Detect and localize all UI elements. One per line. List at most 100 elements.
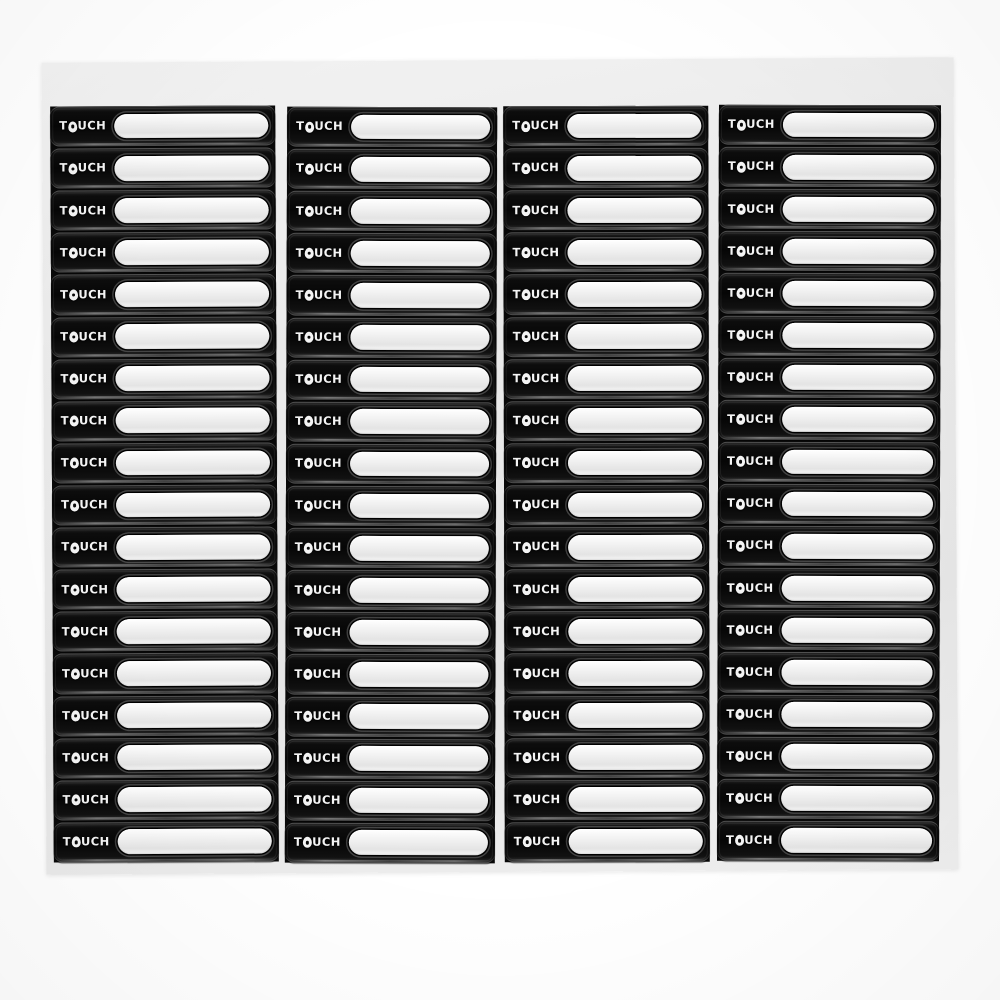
touch-label[interactable]: T UCH xyxy=(718,231,941,272)
touch-label[interactable]: T UCH xyxy=(717,778,940,820)
touch-label[interactable]: T UCH xyxy=(503,147,709,189)
touch-label[interactable]: T UCH xyxy=(286,401,497,443)
touch-label[interactable]: T UCH xyxy=(285,611,496,653)
touch-label[interactable]: T UCH xyxy=(50,231,276,273)
touch-label[interactable]: T UCH xyxy=(503,274,709,315)
touch-label[interactable]: T UCH xyxy=(718,104,941,146)
touch-label[interactable]: T UCH xyxy=(503,190,709,231)
touch-label[interactable]: T UCH xyxy=(285,696,496,737)
touch-label[interactable]: T UCH xyxy=(503,232,709,273)
write-on-area[interactable] xyxy=(114,155,269,181)
touch-label[interactable]: T UCH xyxy=(503,358,709,399)
touch-label[interactable]: T UCH xyxy=(285,527,496,569)
write-on-area[interactable] xyxy=(115,365,270,392)
write-on-area[interactable] xyxy=(115,492,271,518)
write-on-area[interactable] xyxy=(568,576,703,602)
touch-label[interactable]: T UCH xyxy=(504,653,710,694)
write-on-area[interactable] xyxy=(782,280,934,307)
write-on-area[interactable] xyxy=(568,829,703,855)
write-on-area[interactable] xyxy=(116,660,271,687)
write-on-area[interactable] xyxy=(567,155,702,181)
write-on-area[interactable] xyxy=(781,617,933,644)
write-on-area[interactable] xyxy=(781,744,933,770)
touch-label[interactable]: T UCH xyxy=(504,779,710,821)
write-on-area[interactable] xyxy=(349,577,489,603)
write-on-area[interactable] xyxy=(780,828,933,854)
touch-label[interactable]: T UCH xyxy=(718,188,941,230)
write-on-area[interactable] xyxy=(567,113,702,139)
touch-label[interactable]: T UCH xyxy=(504,737,710,778)
write-on-area[interactable] xyxy=(568,787,703,813)
touch-label[interactable]: T UCH xyxy=(286,317,497,358)
write-on-area[interactable] xyxy=(350,282,490,309)
touch-label[interactable]: T UCH xyxy=(717,694,940,735)
touch-label[interactable]: T UCH xyxy=(504,526,710,568)
touch-label[interactable]: T UCH xyxy=(285,485,496,527)
touch-label[interactable]: T UCH xyxy=(717,525,940,567)
write-on-area[interactable] xyxy=(782,196,934,222)
touch-label[interactable]: T UCH xyxy=(503,105,709,147)
touch-label[interactable]: T UCH xyxy=(717,567,940,609)
write-on-area[interactable] xyxy=(115,323,270,350)
touch-label[interactable]: T UCH xyxy=(504,611,710,652)
touch-label[interactable]: T UCH xyxy=(718,357,941,399)
write-on-area[interactable] xyxy=(114,113,269,139)
write-on-area[interactable] xyxy=(567,366,702,392)
write-on-area[interactable] xyxy=(781,449,934,475)
write-on-area[interactable] xyxy=(114,281,270,308)
write-on-area[interactable] xyxy=(350,198,490,225)
write-on-area[interactable] xyxy=(350,240,490,267)
write-on-area[interactable] xyxy=(116,576,271,602)
write-on-area[interactable] xyxy=(349,451,490,477)
write-on-area[interactable] xyxy=(782,323,934,349)
write-on-area[interactable] xyxy=(114,239,269,266)
write-on-area[interactable] xyxy=(567,197,702,223)
write-on-area[interactable] xyxy=(567,450,702,476)
touch-label[interactable]: T UCH xyxy=(53,779,279,821)
write-on-area[interactable] xyxy=(349,535,489,561)
write-on-area[interactable] xyxy=(348,746,489,772)
touch-label[interactable]: T UCH xyxy=(286,275,497,316)
touch-label[interactable]: T UCH xyxy=(717,820,940,862)
touch-label[interactable]: T UCH xyxy=(718,399,941,441)
touch-label[interactable]: T UCH xyxy=(503,400,709,442)
write-on-area[interactable] xyxy=(116,618,271,645)
write-on-area[interactable] xyxy=(568,660,703,686)
write-on-area[interactable] xyxy=(567,239,702,265)
touch-label[interactable]: T UCH xyxy=(504,568,710,610)
touch-label[interactable]: T UCH xyxy=(503,442,709,484)
write-on-area[interactable] xyxy=(117,744,272,771)
write-on-area[interactable] xyxy=(567,492,703,518)
write-on-area[interactable] xyxy=(782,112,934,138)
touch-label[interactable]: T UCH xyxy=(53,737,279,779)
touch-label[interactable]: T UCH xyxy=(52,526,278,568)
write-on-area[interactable] xyxy=(114,197,269,223)
write-on-area[interactable] xyxy=(115,449,270,476)
write-on-area[interactable] xyxy=(117,786,272,813)
write-on-area[interactable] xyxy=(567,408,702,434)
touch-label[interactable]: T UCH xyxy=(718,315,941,356)
write-on-area[interactable] xyxy=(117,828,272,855)
touch-label[interactable]: T UCH xyxy=(285,654,496,695)
write-on-area[interactable] xyxy=(348,830,488,856)
touch-label[interactable]: T UCH xyxy=(717,652,940,693)
write-on-area[interactable] xyxy=(568,745,703,771)
touch-label[interactable]: T UCH xyxy=(503,316,709,357)
write-on-area[interactable] xyxy=(115,407,270,434)
touch-label[interactable]: T UCH xyxy=(717,483,940,525)
write-on-area[interactable] xyxy=(349,661,489,688)
write-on-area[interactable] xyxy=(350,325,490,351)
write-on-area[interactable] xyxy=(567,281,702,308)
write-on-area[interactable] xyxy=(781,407,934,433)
touch-label[interactable]: T UCH xyxy=(285,569,496,611)
touch-label[interactable]: T UCH xyxy=(285,738,496,780)
write-on-area[interactable] xyxy=(350,367,490,393)
touch-label[interactable]: T UCH xyxy=(284,822,495,864)
touch-label[interactable]: T UCH xyxy=(504,695,710,736)
touch-label[interactable]: T UCH xyxy=(718,441,941,483)
touch-label[interactable]: T UCH xyxy=(286,232,497,274)
write-on-area[interactable] xyxy=(781,533,933,559)
touch-label[interactable]: T UCH xyxy=(286,359,497,401)
write-on-area[interactable] xyxy=(567,323,702,350)
touch-label[interactable]: T UCH xyxy=(717,736,940,778)
